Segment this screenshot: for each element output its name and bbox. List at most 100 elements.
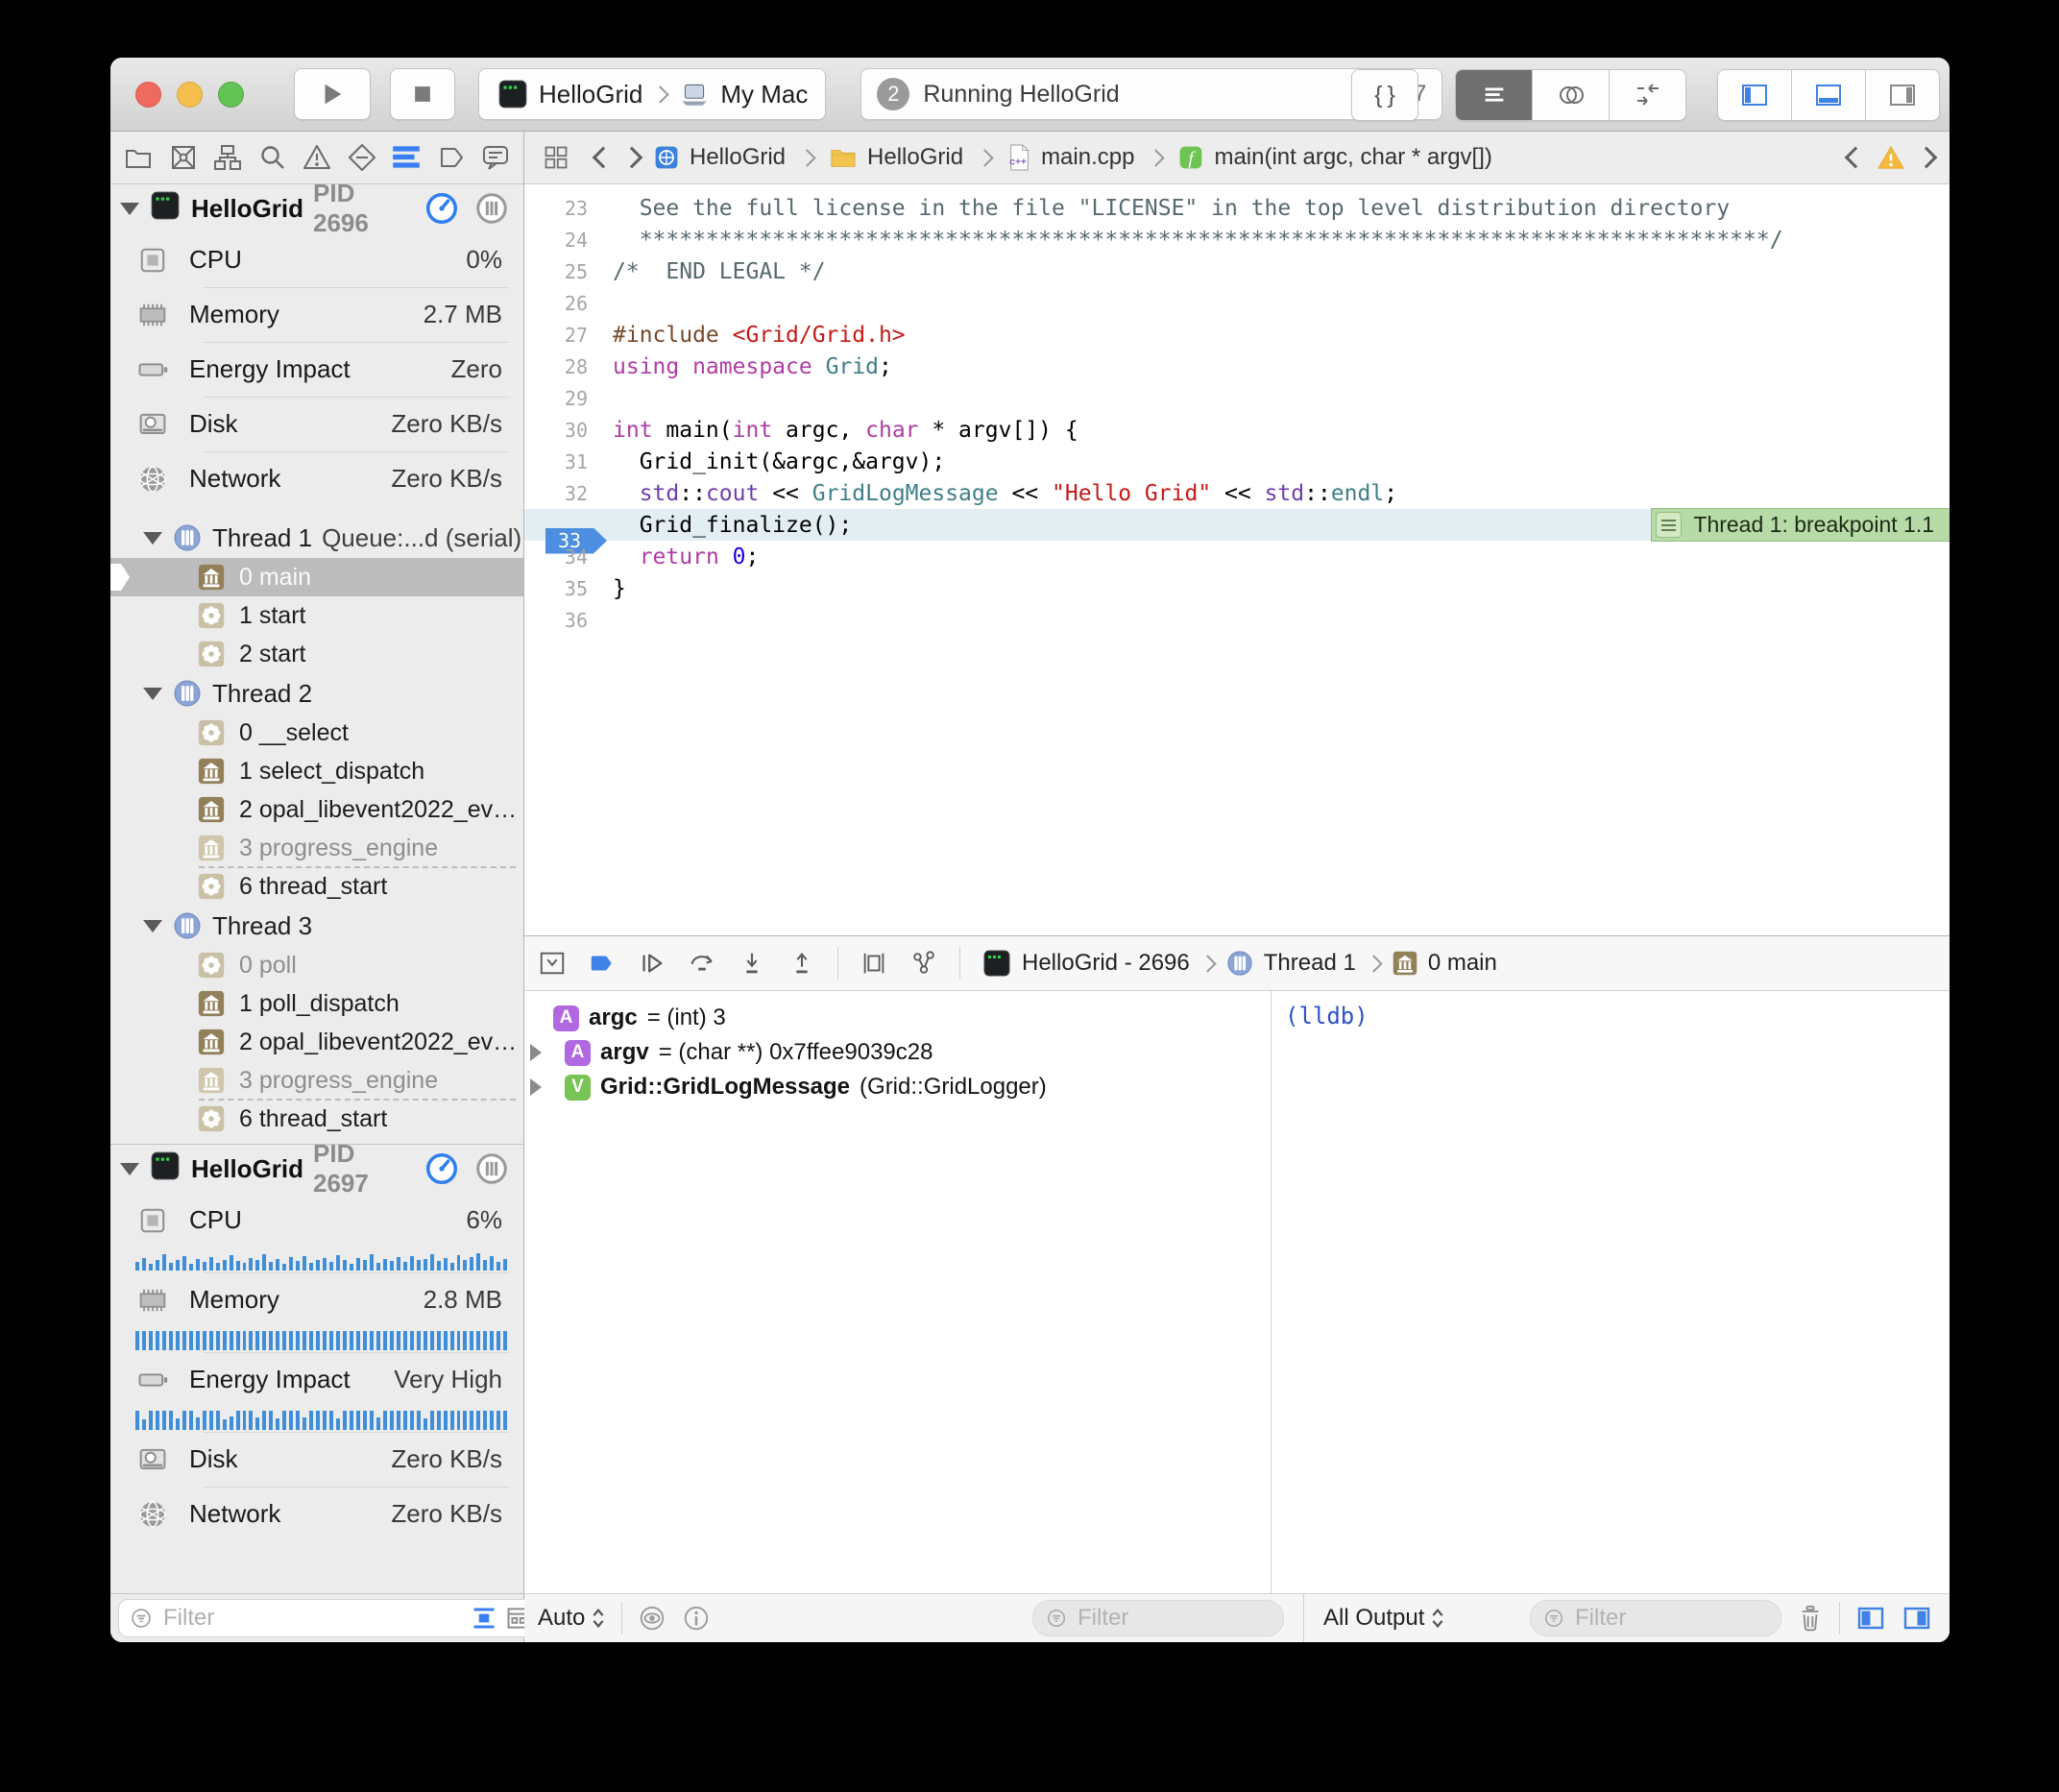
- gauge-row[interactable]: Memory2.7 MB: [110, 287, 523, 342]
- code-line[interactable]: 24 *************************************…: [524, 224, 1950, 255]
- stack-frame-row[interactable]: 2 start: [110, 635, 523, 673]
- disclosure-triangle-icon[interactable]: [530, 1078, 553, 1096]
- variables-view[interactable]: Aargc= (int) 3Aargv= (char **) 0x7ffee90…: [524, 991, 1272, 1593]
- stack-frame-row[interactable]: 1 poll_dispatch: [110, 984, 523, 1023]
- gauge-row[interactable]: DiskZero KB/s: [110, 1432, 523, 1487]
- report-navigator-tab[interactable]: [479, 141, 512, 174]
- breakpoint-annotation[interactable]: Thread 1: breakpoint 1.1: [1651, 508, 1950, 542]
- debug-process-label[interactable]: HelloGrid - 2696: [1022, 950, 1190, 977]
- stack-frame-row[interactable]: 1 start: [110, 596, 523, 635]
- minimize-button[interactable]: [177, 82, 203, 108]
- related-items-button[interactable]: [540, 141, 572, 174]
- memory-graph-button[interactable]: [909, 949, 938, 978]
- gauge-disk[interactable]: DiskZero KB/s: [110, 1432, 523, 1487]
- line-number[interactable]: 27: [524, 324, 613, 347]
- variable-row[interactable]: Aargc= (int) 3: [524, 1001, 1271, 1035]
- gauge-row[interactable]: Energy ImpactVery High: [110, 1352, 523, 1432]
- stack-frame-row[interactable]: 6 thread_start: [110, 1100, 523, 1138]
- gauge-row[interactable]: CPU0%: [110, 232, 523, 287]
- gauge-row[interactable]: NetworkZero KB/s: [110, 1487, 523, 1541]
- code-line[interactable]: 31 Grid_init(&argc,&argv);: [524, 446, 1950, 477]
- code-line[interactable]: 27#include <Grid/Grid.h>: [524, 319, 1950, 351]
- code-line[interactable]: 33 Grid_finalize();Thread 1: breakpoint …: [524, 509, 1950, 541]
- line-number[interactable]: 29: [524, 387, 613, 410]
- line-number[interactable]: 28: [524, 355, 613, 378]
- code-line[interactable]: 23 See the full license in the file "LIC…: [524, 192, 1950, 224]
- columns-button[interactable]: [473, 190, 510, 227]
- code-line[interactable]: 35}: [524, 572, 1950, 604]
- quicklook-button[interactable]: [638, 1604, 666, 1633]
- stack-frame-row[interactable]: 3 progress_engine: [110, 1061, 523, 1100]
- breadcrumb-project[interactable]: HelloGrid: [653, 144, 786, 171]
- previous-issue-button[interactable]: [1845, 147, 1867, 169]
- debug-navigator-tab[interactable]: [390, 141, 423, 174]
- code-line[interactable]: 28using namespace Grid;: [524, 351, 1950, 382]
- line-number[interactable]: 23: [524, 197, 613, 220]
- line-number[interactable]: 25: [524, 260, 613, 283]
- gauge-button[interactable]: [424, 1150, 460, 1187]
- variables-scope-popup[interactable]: Auto: [538, 1605, 606, 1632]
- step-over-button[interactable]: [688, 949, 716, 978]
- thread-header-2[interactable]: Thread 2: [110, 673, 523, 714]
- gauge-row[interactable]: NetworkZero KB/s: [110, 451, 523, 506]
- code-line[interactable]: 32 std::cout << GridLogMessage << "Hello…: [524, 477, 1950, 509]
- toggle-inspectors-button[interactable]: [1865, 70, 1939, 120]
- breakpoints-toggle-button[interactable]: [588, 949, 617, 978]
- line-number[interactable]: 30: [524, 419, 613, 442]
- toggle-debug-area-button[interactable]: [1791, 70, 1865, 120]
- disclosure-triangle-icon[interactable]: [120, 203, 139, 215]
- navigator-filter-field[interactable]: [118, 1599, 577, 1637]
- console-filter-field[interactable]: [1530, 1600, 1781, 1636]
- variable-row[interactable]: VGrid::GridLogMessage(Grid::GridLogger): [524, 1070, 1271, 1104]
- info-button[interactable]: [682, 1604, 711, 1633]
- code-line[interactable]: 30int main(int argc, char * argv[]) {: [524, 414, 1950, 446]
- line-number[interactable]: 36: [524, 609, 613, 632]
- source-control-navigator-tab[interactable]: [167, 141, 200, 174]
- symbol-navigator-tab[interactable]: [211, 141, 244, 174]
- continue-button[interactable]: [638, 949, 666, 978]
- breadcrumb-symbol[interactable]: f main(int argc, char * argv[]): [1177, 144, 1491, 171]
- breadcrumb-file[interactable]: c++ main.cpp: [1006, 143, 1134, 172]
- scheme-selector[interactable]: HelloGrid My Mac: [478, 68, 826, 120]
- toggle-navigator-button[interactable]: [1718, 70, 1791, 120]
- disclosure-triangle-icon[interactable]: [143, 532, 162, 545]
- breadcrumb-folder[interactable]: HelloGrid: [829, 144, 963, 171]
- debug-thread-label[interactable]: Thread 1: [1264, 950, 1356, 977]
- code-line[interactable]: 36: [524, 604, 1950, 636]
- code-line[interactable]: 25/* END LEGAL */: [524, 255, 1950, 287]
- gauge-row[interactable]: Memory2.8 MB: [110, 1272, 523, 1352]
- stack-frame-row[interactable]: 0 main: [110, 558, 523, 596]
- stack-frame-row[interactable]: 0 poll: [110, 946, 523, 984]
- stack-frame-row[interactable]: 2 opal_libevent2022_ev…: [110, 1023, 523, 1061]
- view-hierarchy-button[interactable]: [860, 949, 888, 978]
- stack-frame-row[interactable]: 2 opal_libevent2022_ev…: [110, 790, 523, 829]
- issue-navigator-tab[interactable]: [301, 141, 333, 174]
- variables-filter-input[interactable]: [1076, 1604, 1272, 1633]
- gauge-network[interactable]: NetworkZero KB/s: [110, 1487, 523, 1541]
- stack-frame-row[interactable]: 1 select_dispatch: [110, 752, 523, 790]
- version-editor-button[interactable]: [1609, 70, 1685, 120]
- thread-header-1[interactable]: Thread 1Queue:...d (serial): [110, 518, 523, 558]
- next-issue-button[interactable]: [1916, 147, 1938, 169]
- gauge-energy[interactable]: Energy ImpactVery High: [110, 1352, 523, 1407]
- navigator-filter-input[interactable]: [161, 1604, 463, 1633]
- source-editor[interactable]: 23 See the full license in the file "LIC…: [524, 184, 1950, 935]
- find-navigator-tab[interactable]: [256, 141, 289, 174]
- code-line[interactable]: 26: [524, 287, 1950, 319]
- line-number[interactable]: 32: [524, 482, 613, 505]
- gauge-cpu[interactable]: CPU6%: [110, 1193, 523, 1247]
- gauge-memory[interactable]: Memory2.7 MB: [110, 287, 523, 342]
- stop-button[interactable]: [390, 68, 455, 120]
- gauge-memory[interactable]: Memory2.8 MB: [110, 1272, 523, 1327]
- go-back-button[interactable]: [593, 147, 615, 169]
- go-forward-button[interactable]: [621, 147, 643, 169]
- line-number[interactable]: 31: [524, 450, 613, 473]
- gauge-row[interactable]: DiskZero KB/s: [110, 397, 523, 451]
- zoom-button[interactable]: [218, 82, 244, 108]
- filter-flattened-button[interactable]: [471, 1605, 497, 1632]
- breakpoint-navigator-tab[interactable]: [435, 141, 468, 174]
- standard-editor-button[interactable]: [1456, 70, 1532, 120]
- line-number[interactable]: 35: [524, 577, 613, 600]
- console-scope-popup[interactable]: All Output: [1323, 1605, 1445, 1632]
- gauge-network[interactable]: NetworkZero KB/s: [110, 451, 523, 506]
